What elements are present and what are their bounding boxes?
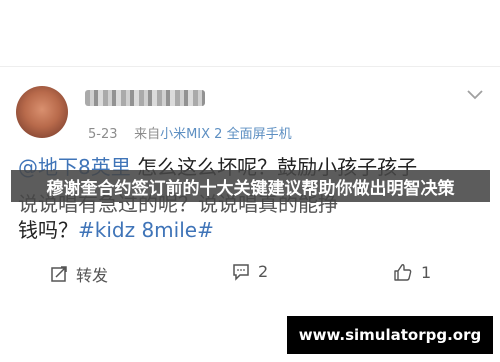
post-device-link[interactable]: 小米MIX 2 全面屏手机 [160, 127, 292, 142]
like-count: 1 [421, 262, 432, 282]
like-button[interactable]: 1 [393, 262, 431, 282]
comment-count: 2 [258, 262, 269, 281]
username-redacted[interactable] [85, 90, 205, 106]
headline-text: 穆谢奎合约签订前的十大关键建议帮助你做出明智决策 [46, 178, 455, 199]
divider [0, 66, 500, 67]
watermark-banner: www.simulatorpg.org [287, 316, 493, 354]
comment-icon [233, 263, 249, 281]
post-source-label: 来自 [134, 127, 161, 142]
comment-button[interactable]: 2 [232, 262, 268, 281]
repost-icon [51, 266, 67, 282]
repost-label: 转发 [76, 266, 109, 285]
post-meta: 5-23 来自小米MIX 2 全面屏手机 [88, 123, 292, 142]
repost-button[interactable]: 转发 [50, 262, 108, 286]
thumbs-up-icon [394, 264, 412, 281]
post-text-line3: 钱吗？#kidz 8mile# [18, 214, 214, 243]
headline-banner: 穆谢奎合约签订前的十大关键建议帮助你做出明智决策 [11, 170, 490, 202]
watermark-text: www.simulatorpg.org [298, 326, 482, 344]
post-text: 钱吗？ [18, 218, 78, 242]
top-area [0, 0, 500, 66]
chevron-down-icon[interactable] [466, 89, 484, 101]
post-time: 5-23 [88, 127, 118, 142]
hashtag-link[interactable]: #kidz 8mile# [78, 218, 214, 242]
avatar[interactable] [16, 86, 68, 138]
